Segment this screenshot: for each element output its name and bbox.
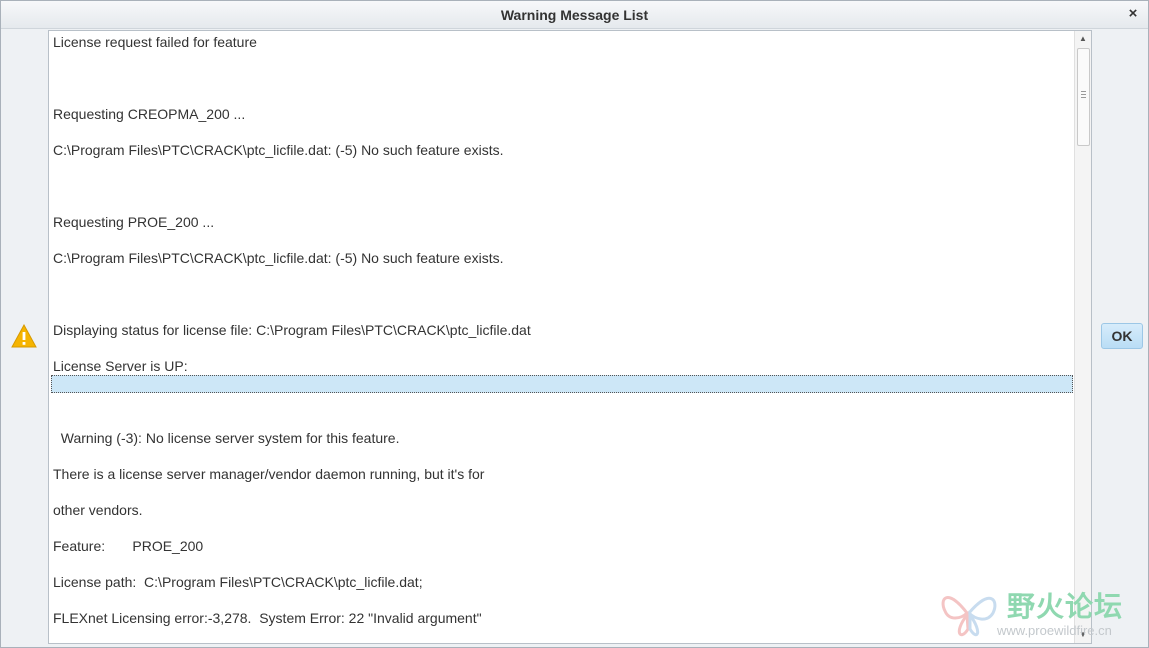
selected-line-highlight — [51, 375, 1073, 393]
message-line: License request failed for feature — [53, 34, 257, 50]
close-icon[interactable]: × — [1126, 6, 1140, 22]
title-bar: Warning Message List × — [1, 1, 1148, 29]
message-line: C:\Program Files\PTC\CRACK\ptc_licfile.d… — [53, 250, 504, 266]
watermark-logo: 野火论坛 www.proewildfire.cn — [937, 581, 1147, 647]
message-line: Displaying status for license file: C:\P… — [53, 322, 531, 338]
message-line: Requesting CREOPMA_200 ... — [53, 106, 246, 122]
butterfly-logo-icon — [941, 596, 997, 637]
vertical-scrollbar[interactable]: ▲ ▼ — [1074, 31, 1091, 643]
dialog-title: Warning Message List — [500, 7, 649, 23]
message-line: License Server is UP: — [53, 358, 188, 374]
message-line: Warning (-3): No license server system f… — [53, 430, 400, 446]
message-line: There is a license server manager/vendor… — [53, 466, 485, 482]
message-line: Feature: PROE_200 — [53, 538, 204, 554]
message-line: FLEXnet Licensing error:-3,278. System E… — [53, 610, 482, 626]
ok-button[interactable]: OK — [1101, 323, 1143, 349]
message-line: C:\Program Files\PTC\CRACK\ptc_licfile.d… — [53, 142, 504, 158]
warning-message-dialog: Warning Message List × License request f… — [0, 0, 1149, 648]
message-line: Requesting PROE_200 ... — [53, 214, 215, 230]
scroll-up-arrow-icon[interactable]: ▲ — [1075, 31, 1091, 47]
watermark-url: www.proewildfire.cn — [997, 623, 1112, 638]
scrollbar-thumb[interactable] — [1077, 48, 1090, 146]
message-line: License path: C:\Program Files\PTC\CRACK… — [53, 574, 423, 590]
message-list[interactable]: License request failed for feature Reque… — [48, 30, 1092, 644]
watermark-name: 野火论坛 — [1007, 590, 1124, 623]
message-line: other vendors. — [53, 502, 143, 518]
warning-triangle-icon — [11, 324, 37, 348]
